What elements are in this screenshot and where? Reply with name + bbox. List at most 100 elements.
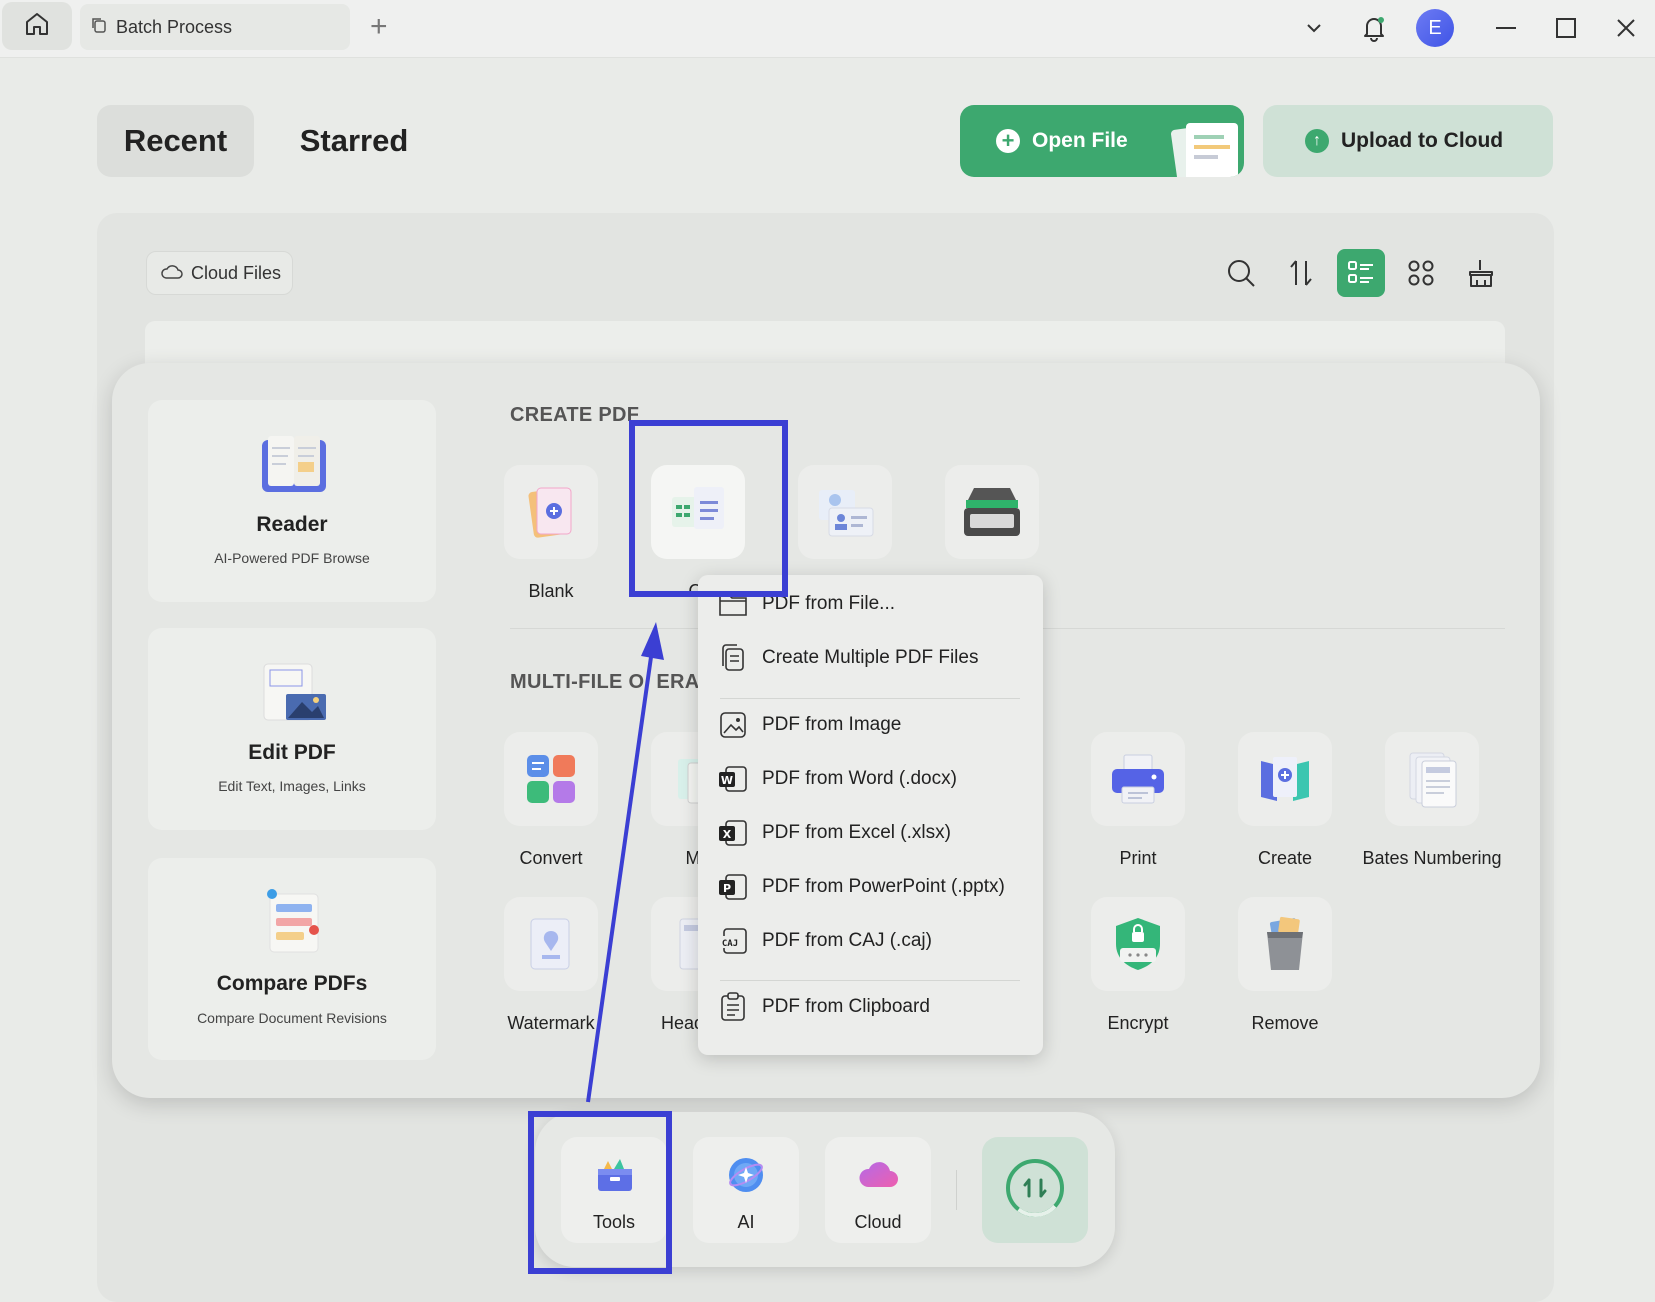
open-file-label: Open File [1032, 129, 1128, 152]
copy-icon [90, 16, 108, 39]
compare-documents-icon [258, 886, 330, 954]
menu-item-pdf-from-image[interactable]: PDF from Image [718, 705, 901, 745]
menu-item-label: PDF from PowerPoint (.pptx) [762, 876, 1005, 897]
tool-blank[interactable]: Blank [481, 465, 621, 602]
tool-encrypt[interactable]: Encrypt [1068, 897, 1208, 1034]
watermark-icon [504, 897, 598, 991]
tab-recent[interactable]: Recent [97, 105, 254, 177]
tool-create[interactable]: Create [1215, 732, 1355, 869]
multi-file-heading: MULTI-FILE O ERAT [510, 671, 711, 694]
image-icon [718, 710, 748, 740]
menu-separator [720, 980, 1020, 981]
sort-icon[interactable] [1277, 249, 1325, 297]
bell-icon[interactable] [1356, 10, 1392, 46]
tab-label: Batch Process [116, 16, 233, 37]
tool-remove[interactable]: Remove [1215, 897, 1355, 1034]
plus-icon: + [996, 129, 1020, 153]
close-icon[interactable] [1608, 10, 1644, 46]
id-card-image-icon [798, 465, 892, 559]
menu-item-label: PDF from Image [762, 714, 902, 735]
clipboard-icon [718, 992, 748, 1022]
multi-files-icon [718, 643, 748, 673]
tool-watermark[interactable]: Watermark [481, 897, 621, 1034]
excel-icon: X [718, 818, 748, 848]
tool-encrypt-label: Encrypt [1107, 1013, 1169, 1033]
tool-print[interactable]: Print [1068, 732, 1208, 869]
create-pdf-dropdown-menu: PDF from File... Create Multiple PDF Fil… [698, 575, 1043, 1055]
tab-batch-process[interactable]: Batch Process [80, 4, 350, 50]
home-button[interactable] [2, 2, 72, 50]
menu-item-pdf-from-powerpoint[interactable]: P PDF from PowerPoint (.pptx) [718, 867, 1005, 907]
edit-text-image-icon [258, 660, 330, 728]
menu-item-label: PDF from Clipboard [762, 996, 930, 1017]
menu-item-label: PDF from Word (.docx) [762, 768, 957, 789]
edit-pdf-card[interactable]: Edit PDF Edit Text, Images, Links [148, 628, 436, 830]
bates-numbering-icon [1385, 732, 1479, 826]
dock-ai-button[interactable]: AI [693, 1137, 799, 1243]
search-icon[interactable] [1217, 249, 1265, 297]
compare-pdfs-card[interactable]: Compare PDFs Compare Document Revisions [148, 858, 436, 1060]
chevron-down-icon[interactable] [1296, 10, 1332, 46]
tool-remove-label: Remove [1251, 1013, 1319, 1033]
menu-item-label: PDF from CAJ (.caj) [762, 930, 932, 951]
multi-file-heading-text: MULTI-FILE O [510, 671, 645, 693]
create-booklet-icon [1238, 732, 1332, 826]
menu-item-pdf-from-excel[interactable]: X PDF from Excel (.xlsx) [718, 813, 951, 853]
tool-convert-label: Convert [519, 848, 583, 868]
dock-separator [956, 1170, 957, 1210]
reader-title: Reader [256, 513, 328, 536]
menu-item-pdf-from-clipboard[interactable]: PDF from Clipboard [718, 987, 930, 1027]
trash-bin-icon [1238, 897, 1332, 991]
home-icon [22, 9, 52, 44]
menu-separator [720, 698, 1020, 699]
maximize-icon[interactable] [1548, 10, 1584, 46]
compare-pdfs-title: Compare PDFs [216, 972, 368, 995]
sync-arrows-icon [1003, 1156, 1067, 1225]
tab-starred[interactable]: Starred [275, 105, 433, 177]
reader-card[interactable]: Reader AI-Powered PDF Browse [148, 400, 436, 602]
upload-to-cloud-button[interactable]: ↑ Upload to Cloud [1263, 105, 1553, 177]
edit-pdf-subtitle: Edit Text, Images, Links [218, 778, 366, 794]
edit-pdf-title: Edit PDF [248, 741, 336, 764]
ai-icon [726, 1155, 766, 1195]
tool-convert[interactable]: Convert [481, 732, 621, 869]
menu-item-pdf-from-caj[interactable]: CAJ PDF from CAJ (.caj) [718, 921, 932, 961]
svg-text:X: X [723, 828, 732, 841]
open-file-button[interactable]: + Open File [960, 105, 1244, 177]
create-pdf-heading: CREATE PDF [510, 404, 640, 426]
minimize-icon[interactable] [1488, 10, 1524, 46]
avatar[interactable]: E [1416, 9, 1454, 47]
menu-item-label: Create Multiple PDF Files [762, 647, 979, 668]
upload-arrow-icon: ↑ [1305, 129, 1329, 153]
convert-icon [504, 732, 598, 826]
upload-label: Upload to Cloud [1341, 129, 1504, 152]
tool-scanner[interactable] [922, 465, 1062, 581]
cloud-outline-icon [161, 263, 183, 284]
highlight-box-tools [528, 1111, 672, 1274]
tool-watermark-label: Watermark [507, 1013, 595, 1033]
shield-lock-icon [1091, 897, 1185, 991]
tool-bates-numbering[interactable]: Bates Numbering [1362, 732, 1502, 869]
reader-subtitle: AI-Powered PDF Browse [214, 550, 370, 566]
svg-text:W: W [721, 774, 733, 787]
cloud-files-filter[interactable]: Cloud Files [146, 251, 293, 295]
printer-icon [1091, 732, 1185, 826]
powerpoint-icon: P [718, 872, 748, 902]
list-view-icon[interactable] [1337, 249, 1385, 297]
tool-blank-label: Blank [528, 581, 574, 601]
dock-sync-button[interactable] [982, 1137, 1088, 1243]
tool-from-image[interactable] [775, 465, 915, 581]
word-icon: W [718, 764, 748, 794]
cloud-files-label: Cloud Files [191, 262, 282, 283]
svg-text:P: P [723, 882, 731, 895]
scanner-icon [945, 465, 1039, 559]
grid-view-icon[interactable] [1397, 249, 1445, 297]
blank-page-icon [504, 465, 598, 559]
menu-item-pdf-from-word[interactable]: W PDF from Word (.docx) [718, 759, 957, 799]
new-tab-button[interactable]: + [370, 12, 388, 42]
dock-cloud-button[interactable]: Cloud [825, 1137, 931, 1243]
tool-bates-numbering-label: Bates Numbering [1362, 848, 1502, 868]
menu-item-create-multiple[interactable]: Create Multiple PDF Files [718, 638, 978, 678]
clear-broom-icon[interactable] [1457, 249, 1505, 297]
book-icon [258, 432, 330, 500]
